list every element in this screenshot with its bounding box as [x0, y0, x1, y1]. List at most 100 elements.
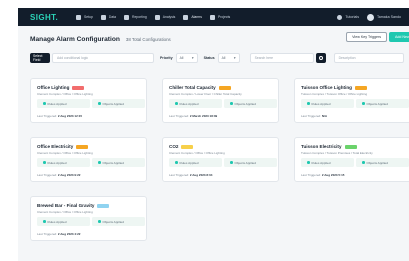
card-title: Tuisson Electricity — [301, 144, 342, 149]
card-path: Tuisson Complex / Tuisson Premises / Tot… — [301, 151, 373, 155]
objects-icon — [230, 161, 233, 164]
card-title: CO2 — [169, 144, 179, 149]
chevron-down-icon: ▾ — [233, 56, 236, 60]
folder-icon — [209, 14, 215, 20]
priority-badge — [72, 85, 85, 90]
status-label: Status — [203, 56, 215, 60]
description-input[interactable]: Description — [333, 53, 404, 63]
help-icon — [337, 14, 343, 20]
objects-applied-button[interactable]: Objects Applied — [92, 99, 145, 108]
nav-item-reporting[interactable]: Reporting — [124, 14, 147, 20]
nav-item-data[interactable]: Data — [100, 14, 116, 20]
rules-applied-button[interactable]: Rules Applied — [37, 99, 90, 108]
alarm-card[interactable]: Brewed Bar - Final Gravity Clement Compl… — [30, 196, 147, 241]
last-triggered: Last Triggered: 2 Aug 2023 12:15 — [37, 114, 83, 118]
filter-bar: Select Field Add conditional logic Prior… — [30, 52, 409, 64]
rules-applied-button[interactable]: Rules Applied — [301, 99, 354, 108]
card-path: Tuisson Complex / Tuisson Office / Offic… — [301, 92, 368, 96]
objects-applied-button[interactable]: Objects Applied — [356, 158, 409, 167]
analysis-icon — [154, 14, 160, 20]
objects-applied-button[interactable]: Objects Applied — [224, 99, 277, 108]
data-icon — [100, 14, 106, 20]
top-right-area: Tutorials Tamaka Sando — [337, 8, 401, 26]
search-button[interactable] — [315, 53, 326, 63]
objects-icon — [362, 102, 365, 105]
view-key-triggers-button[interactable]: View Key Triggers — [346, 32, 387, 42]
alarm-card[interactable]: Tuisson Office Lighting Tuisson Complex … — [294, 78, 409, 123]
add-new-button[interactable]: Add New — [389, 32, 409, 42]
rules-icon — [43, 161, 46, 164]
page-header: Manage Alarm Configuration 38 Total Conf… — [30, 32, 409, 44]
top-nav-bar: SIGHT. Setup Data Reporting Analysis Ala… — [18, 8, 409, 26]
last-triggered: Last Triggered: 2 Aug 2023 8:04 — [169, 173, 213, 177]
card-path: Clement Complex / Office / Office Lighti… — [37, 151, 93, 155]
rules-applied-button[interactable]: Rules Applied — [301, 158, 354, 167]
main-nav: Setup Data Reporting Analysis Alarms Pro… — [76, 14, 238, 20]
card-path: Clement Complex / Office / Office Lighti… — [37, 210, 93, 214]
search-input[interactable]: Search here — [249, 53, 314, 63]
nav-item-analysis[interactable]: Analysis — [154, 14, 175, 20]
app-screen: SIGHT. Setup Data Reporting Analysis Ala… — [18, 8, 409, 261]
rules-icon — [307, 102, 310, 105]
rules-icon — [43, 102, 46, 105]
priority-badge — [218, 85, 231, 90]
alarm-card[interactable]: CO2 Clement Complex / Office / Office Li… — [162, 137, 279, 182]
card-title: Tuisson Office Lighting — [301, 85, 352, 90]
rules-applied-button[interactable]: Rules Applied — [37, 217, 90, 226]
card-title: Office Electricity — [37, 144, 74, 149]
user-menu[interactable]: Tamaka Sando — [367, 13, 401, 21]
priority-badge — [97, 203, 110, 208]
rules-applied-button[interactable]: Rules Applied — [169, 99, 222, 108]
objects-applied-button[interactable]: Objects Applied — [224, 158, 277, 167]
card-title: Brewed Bar - Final Gravity — [37, 203, 95, 208]
card-path: Clement Complex / Office / Office Lighti… — [169, 151, 225, 155]
card-path: Clement Complex / Office / Office Lighti… — [37, 92, 93, 96]
objects-icon — [98, 220, 101, 223]
objects-icon — [230, 102, 233, 105]
card-path: Clement Complex / Lower Floor / Chiller … — [169, 92, 242, 96]
avatar — [367, 13, 375, 21]
page-title: Manage Alarm Configuration — [30, 35, 120, 43]
objects-applied-button[interactable]: Objects Applied — [92, 217, 145, 226]
priority-badge — [344, 144, 357, 149]
priority-badge — [76, 144, 89, 149]
alarm-card[interactable]: Tuisson Electricity Tuisson Complex / Tu… — [294, 137, 409, 182]
rules-icon — [175, 102, 178, 105]
objects-icon — [98, 102, 101, 105]
priority-badge — [181, 144, 194, 149]
priority-dropdown[interactable]: All ▾ — [175, 53, 198, 63]
rules-icon — [43, 220, 46, 223]
last-triggered: Last Triggered: N/A — [301, 114, 328, 118]
nav-item-alarms[interactable]: Alarms — [183, 14, 202, 20]
card-title: Chiller Total Capacity — [169, 85, 216, 90]
objects-applied-button[interactable]: Objects Applied — [356, 99, 409, 108]
conditional-logic-input[interactable]: Add conditional logic — [52, 53, 154, 63]
last-triggered: Last Triggered: 2 March 2023 18:39 — [169, 114, 218, 118]
objects-applied-button[interactable]: Objects Applied — [92, 158, 145, 167]
alarm-card[interactable]: Office Electricity Clement Complex / Off… — [30, 137, 147, 182]
priority-label: Priority — [160, 56, 173, 60]
objects-icon — [362, 161, 365, 164]
card-title: Office Lighting — [37, 85, 70, 90]
priority-badge — [354, 85, 367, 90]
objects-icon — [98, 161, 101, 164]
rules-icon — [175, 161, 178, 164]
rules-applied-button[interactable]: Rules Applied — [37, 158, 90, 167]
select-field-dropdown[interactable]: Select Field — [30, 53, 50, 63]
logo: SIGHT. — [30, 12, 59, 22]
home-icon — [76, 14, 81, 20]
rules-applied-button[interactable]: Rules Applied — [169, 158, 222, 167]
config-count: 38 Total Configurations — [125, 36, 171, 42]
alarm-card[interactable]: Office Lighting Clement Complex / Office… — [30, 78, 147, 123]
status-dropdown[interactable]: All ▾ — [217, 53, 240, 63]
last-triggered: Last Triggered: 2 Aug 2023 4:22 — [37, 232, 81, 236]
rules-icon — [307, 161, 310, 164]
alarm-card[interactable]: Chiller Total Capacity Clement Complex /… — [162, 78, 279, 123]
report-icon — [124, 14, 130, 20]
nav-item-projects[interactable]: Projects — [209, 14, 230, 20]
search-icon — [318, 56, 323, 60]
bell-icon — [183, 14, 189, 20]
last-triggered: Last Triggered: 2 Aug 2023 9:22 — [37, 173, 81, 177]
nav-item-setup[interactable]: Setup — [76, 14, 93, 20]
tutorials-link[interactable]: Tutorials — [337, 14, 359, 20]
